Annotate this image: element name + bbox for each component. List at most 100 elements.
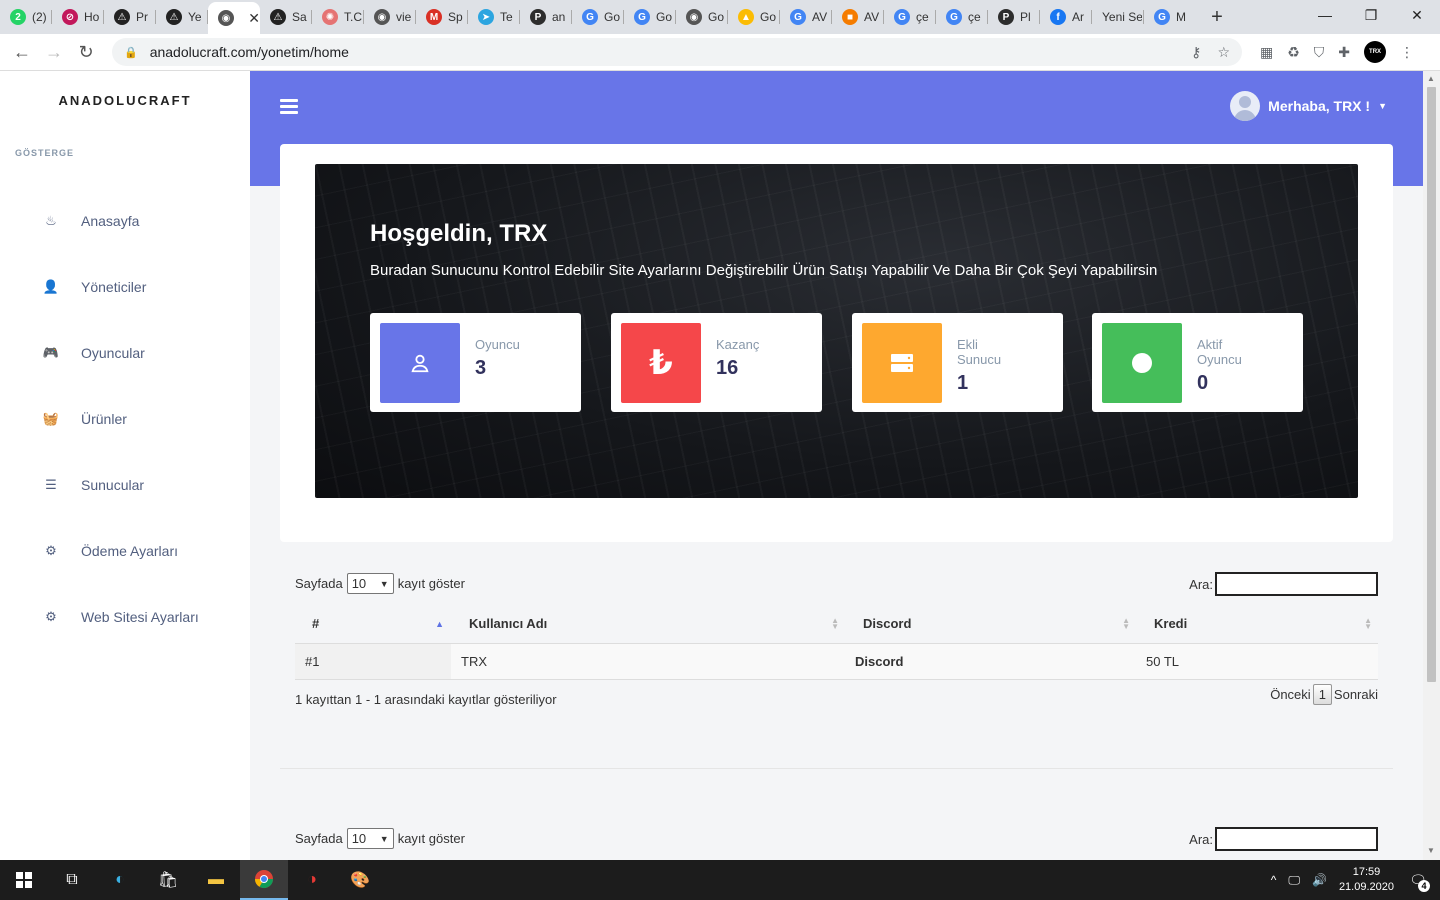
chevron-down-icon: ▼ <box>379 578 389 589</box>
reload-button[interactable]: ↻ <box>70 36 102 68</box>
forward-button[interactable]: → <box>38 36 70 68</box>
brand-logo[interactable]: ANADOLUCRAFT <box>0 93 250 108</box>
browser-tab[interactable]: Gçe <box>884 0 936 34</box>
browser-tab[interactable]: ◉ vie <box>364 0 416 34</box>
minimize-button[interactable]: — <box>1302 0 1348 30</box>
browser-tab[interactable]: G AV <box>780 0 832 34</box>
sidebar-item[interactable]: ⚙ Web Sitesi Ayarları <box>0 584 250 650</box>
sidebar-item[interactable]: 👤 Yöneticiler <box>0 254 250 320</box>
scroll-down-icon[interactable]: ▼ <box>1427 846 1435 855</box>
google-icon: G <box>946 9 962 25</box>
browser-tab[interactable]: Gçe <box>936 0 988 34</box>
circle-icon <box>1102 323 1182 403</box>
globe-icon: ◉ <box>374 9 390 25</box>
scroll-up-icon[interactable]: ▲ <box>1427 74 1435 83</box>
search-input[interactable] <box>1215 827 1378 851</box>
task-view-icon[interactable]: ⧉ <box>48 860 96 900</box>
sidebar-item[interactable]: 🎮 Oyuncular <box>0 320 250 386</box>
browser-tab[interactable]: ⚠ Ye <box>156 0 208 34</box>
browser-tab[interactable]: ▲ Go <box>728 0 780 34</box>
browser-tab[interactable]: G Go <box>624 0 676 34</box>
clock-time: 17:59 <box>1352 866 1381 878</box>
pagination: Önceki 1 Sonraki <box>1270 684 1378 705</box>
user-menu[interactable]: Merhaba, TRX ! ▼ <box>1230 91 1387 121</box>
chrome-icon[interactable] <box>240 860 288 900</box>
browser-tab[interactable]: ⚠ Pr <box>104 0 156 34</box>
file-explorer-icon[interactable]: ▬ <box>192 860 240 900</box>
key-icon[interactable]: ⚷ <box>1191 44 1201 61</box>
stat-card-earnings: ₺ Kazanç 16 <box>611 313 822 412</box>
page-length-value: 10 <box>351 831 367 846</box>
chevron-down-icon: ▼ <box>379 833 389 844</box>
browser-tab[interactable]: Pan <box>520 0 572 34</box>
new-tab-button[interactable]: + <box>1202 0 1232 34</box>
tab-label: çe <box>916 10 929 24</box>
browser-tab[interactable]: ■ AV <box>832 0 884 34</box>
sidebar-item-label: Ödeme Ayarları <box>81 543 179 559</box>
tab-label: Ye <box>188 10 202 24</box>
tray-expand-icon[interactable]: ^ <box>1271 873 1277 887</box>
volume-icon[interactable]: 🔊 <box>1312 873 1327 887</box>
sidebar-item[interactable]: ☰ Sunucular <box>0 452 250 518</box>
profile-avatar[interactable]: TRX <box>1364 41 1387 63</box>
extension-icon-3[interactable]: ⛉ <box>1314 44 1325 61</box>
browser-tab[interactable]: G Go <box>572 0 624 34</box>
page-length-select[interactable]: 10 ▼ <box>346 828 394 849</box>
tab-label: Go <box>708 10 725 24</box>
browser-tab[interactable]: GM <box>1144 0 1196 34</box>
url-input[interactable]: 🔒 anadolucraft.com/yonetim/home ⚷ ☆ <box>112 38 1242 66</box>
extension-icon-1[interactable]: ▦ <box>1260 44 1273 61</box>
next-page-button[interactable]: Sonraki <box>1334 687 1378 702</box>
windows-start-icon[interactable] <box>0 860 48 900</box>
back-button[interactable]: ← <box>6 36 38 68</box>
browser-tab[interactable]: f Ar <box>1040 0 1092 34</box>
browser-tab[interactable]: 2 (2) <box>0 0 52 34</box>
prev-page-button[interactable]: Önceki <box>1270 687 1310 702</box>
browser-tab[interactable]: ⚠ Sa <box>260 0 312 34</box>
sidebar-item-label: Sunucular <box>81 477 145 493</box>
tab-label: Yeni Se <box>1102 10 1142 24</box>
browser-tab[interactable]: ✺ T.C <box>312 0 364 34</box>
network-icon[interactable]: 🖵 <box>1288 873 1300 888</box>
extension-icon-2[interactable]: ♻ <box>1287 44 1300 61</box>
bookmark-star-icon[interactable]: ☆ <box>1217 44 1230 61</box>
search-label: Ara: <box>1189 831 1213 847</box>
browser-menu-icon[interactable]: ⋮ <box>1400 44 1414 61</box>
sidebar-item[interactable]: ♨ Anasayfa <box>0 188 250 254</box>
close-tab-icon[interactable]: ✕ <box>248 10 260 27</box>
maximize-button[interactable]: ❐ <box>1348 0 1394 30</box>
length-suffix: kayıt göster <box>397 576 465 591</box>
clock[interactable]: 17:59 21.09.2020 <box>1339 865 1394 895</box>
scroll-thumb[interactable] <box>1427 87 1436 682</box>
browser-tab[interactable]: M Sp <box>416 0 468 34</box>
sidebar-item[interactable]: 🧺 Ürünler <box>0 386 250 452</box>
search-input[interactable] <box>1215 572 1378 596</box>
browser-tab[interactable]: ⊘ Ho <box>52 0 104 34</box>
table-header: # ▲ Kullanıcı Adı ▲ ▼ Discord ▲ ▼ Kredi ▲ ▼ <box>295 604 1378 644</box>
paint-app-icon[interactable]: 🎨 <box>336 860 384 900</box>
column-header-number[interactable]: # ▲ <box>295 604 451 643</box>
browser-tab[interactable]: Yeni Se <box>1092 0 1144 34</box>
hero-subtitle: Buradan Sunucunu Kontrol Edebilir Site A… <box>370 262 1158 279</box>
store-icon[interactable]: 🛍 <box>144 860 192 900</box>
sidebar-item-label: Ürünler <box>81 411 127 427</box>
browser-tab[interactable]: ◉ Go <box>676 0 728 34</box>
notification-center-icon[interactable]: 🗨 4 <box>1406 868 1430 892</box>
browser-tab[interactable]: P Pl <box>988 0 1040 34</box>
table-row[interactable]: #1 TRX Discord 50 TL <box>295 644 1378 680</box>
page-length-select[interactable]: 10 ▼ <box>346 573 394 594</box>
browser-tab[interactable]: ◉ ✕ <box>208 2 260 34</box>
browser-tab[interactable]: ➤ Te <box>468 0 520 34</box>
column-header-credit[interactable]: Kredi ▲ ▼ <box>1136 604 1378 643</box>
menu-toggle-icon[interactable] <box>280 99 298 114</box>
close-window-button[interactable]: ✕ <box>1394 0 1440 30</box>
extensions-puzzle-icon[interactable]: ✚ <box>1338 44 1350 61</box>
column-header-discord[interactable]: Discord ▲ ▼ <box>845 604 1136 643</box>
edge-browser-icon[interactable]: ◐ <box>96 860 144 900</box>
app-icon-red-blue[interactable]: ◑ <box>288 860 336 900</box>
column-header-username[interactable]: Kullanıcı Adı ▲ ▼ <box>451 604 845 643</box>
page-button-current[interactable]: 1 <box>1312 684 1332 705</box>
sidebar-item[interactable]: ⚙ Ödeme Ayarları <box>0 518 250 584</box>
page-scrollbar[interactable]: ▲ ▼ <box>1423 71 1440 860</box>
google-icon: G <box>894 9 910 25</box>
